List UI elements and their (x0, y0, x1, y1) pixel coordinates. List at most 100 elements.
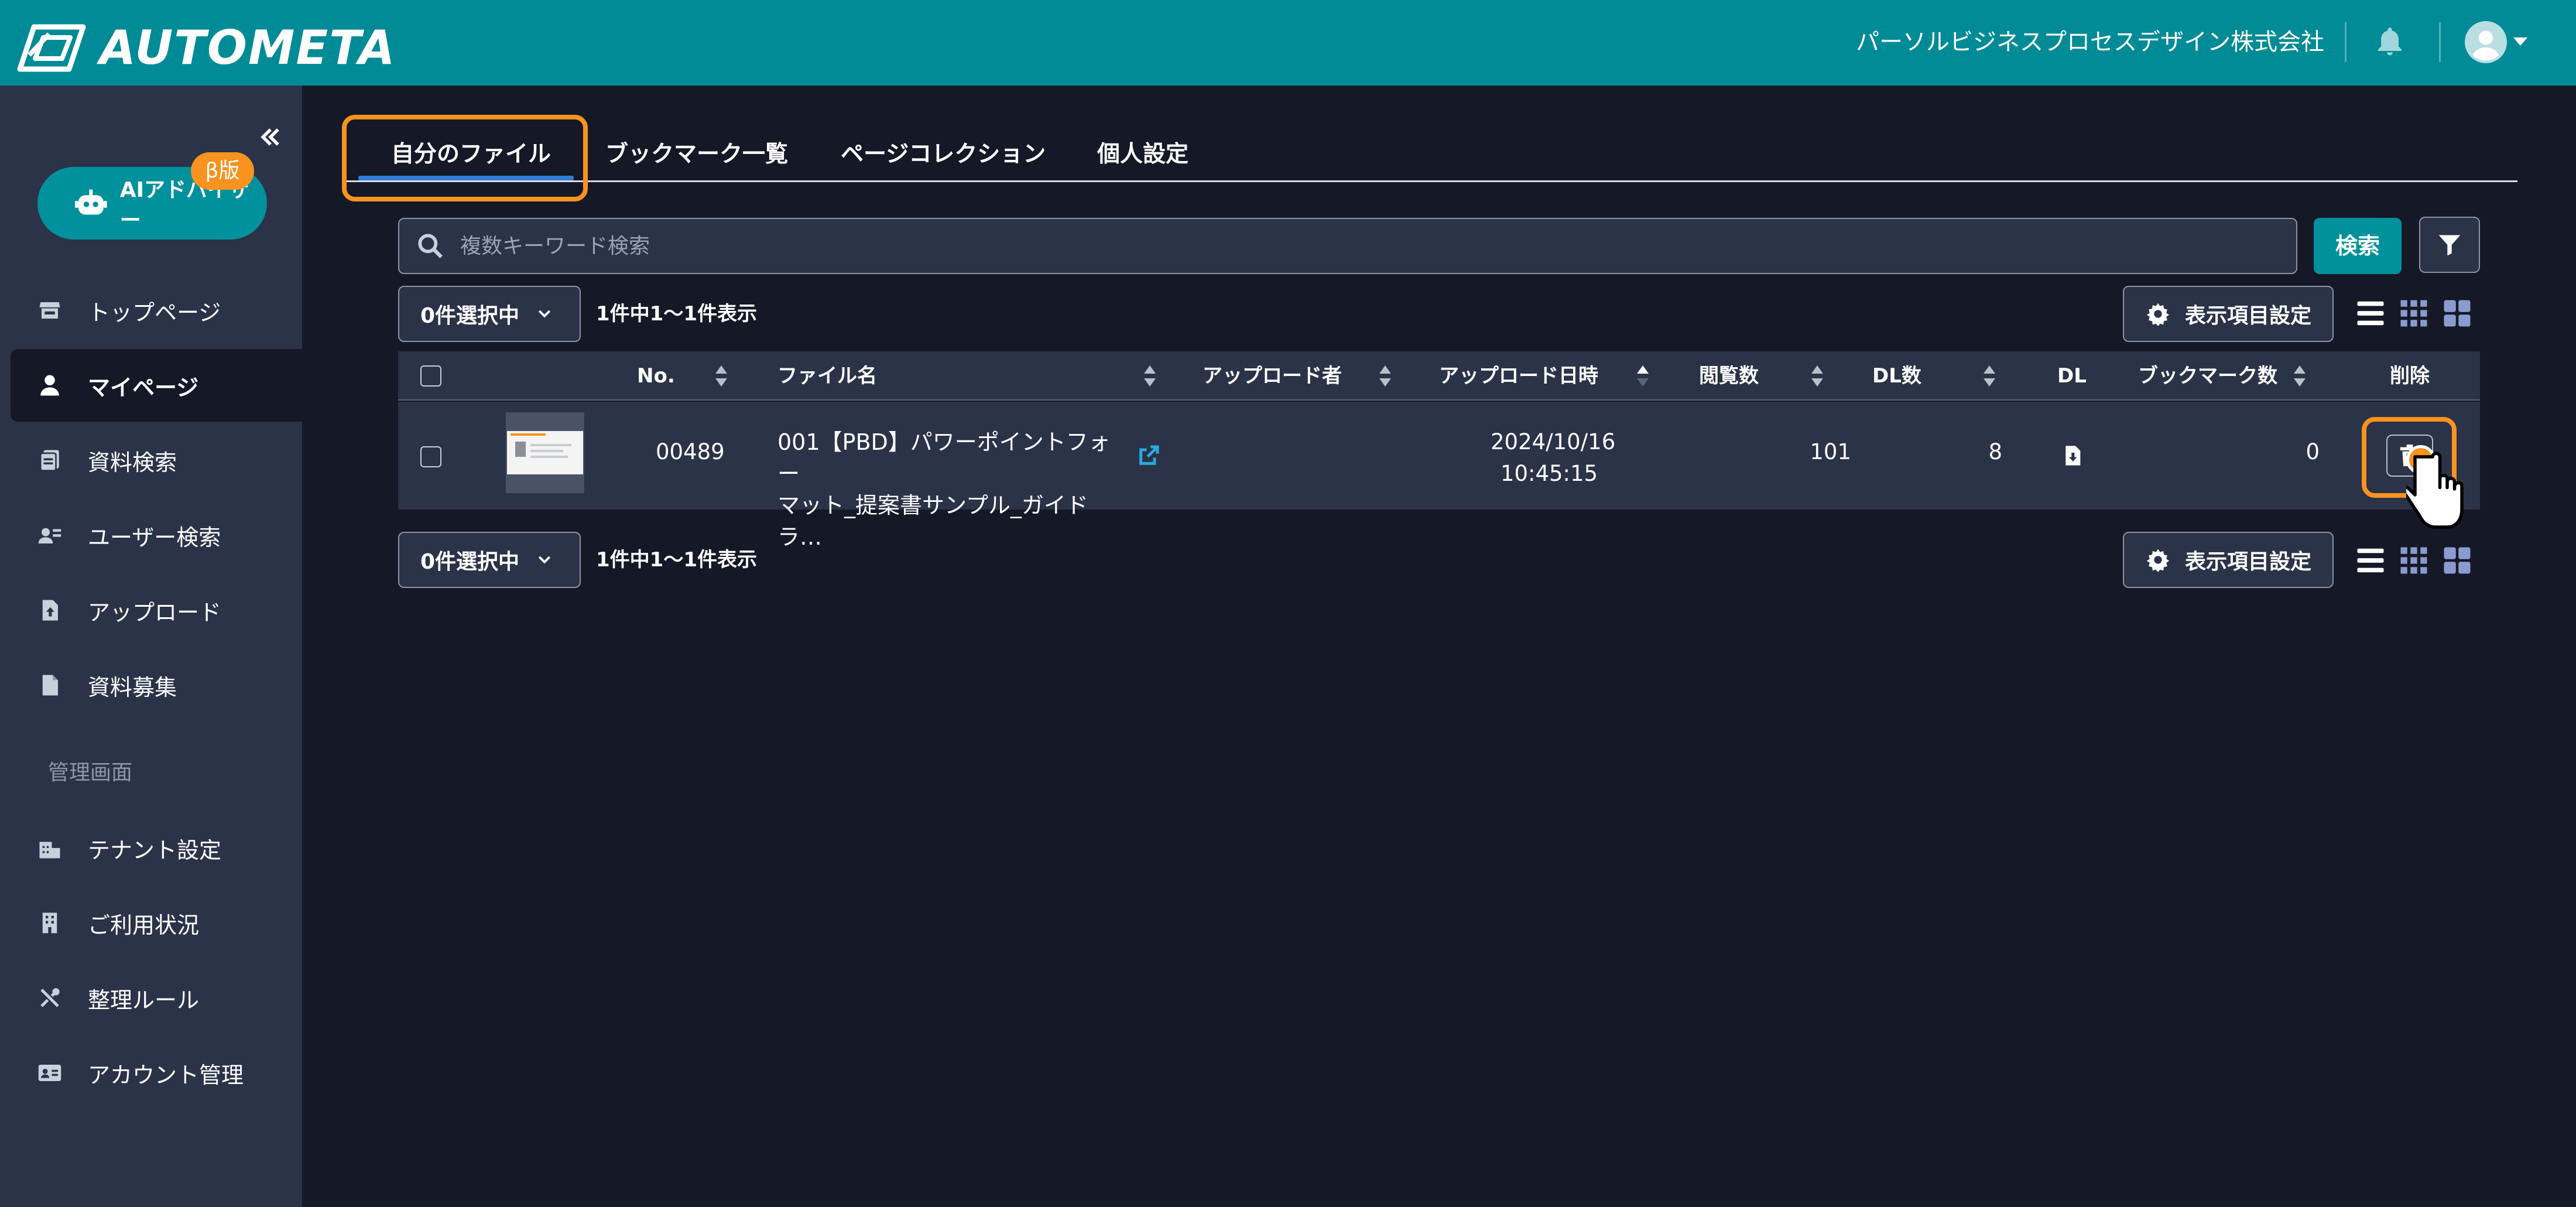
grid-view-icon[interactable] (2398, 545, 2430, 576)
selection-dropdown[interactable]: 0件選択中 (398, 286, 581, 342)
sidebar-item-label: トップページ (88, 299, 221, 326)
column-header-file-name[interactable]: ファイル名 (777, 351, 877, 401)
column-header-delete: 削除 (2390, 364, 2430, 388)
file-name-line: 001【PBD】パワーポイントフォー (777, 429, 1111, 487)
header-divider (2345, 22, 2347, 62)
tab-divider (345, 180, 2517, 182)
column-header-bookmarks[interactable]: ブックマーク数 (2138, 351, 2277, 401)
file-number: 00489 (656, 439, 725, 464)
sidebar-item-tenant-settings[interactable]: テナント設定 (11, 812, 302, 884)
sort-icon[interactable] (714, 364, 728, 388)
sort-icon[interactable] (1143, 364, 1157, 388)
external-link-icon[interactable] (1137, 444, 1160, 467)
upload-time: 10:45:15 (1500, 461, 1598, 486)
beta-badge: β版 (191, 152, 254, 190)
sort-descending-icon[interactable] (1636, 364, 1650, 388)
column-header-download-count[interactable]: DL数 (1872, 351, 1921, 401)
search-icon (418, 234, 443, 258)
chevron-down-icon (538, 556, 551, 564)
tab-bookmarks[interactable]: ブックマーク一覧 (605, 137, 788, 172)
tab-page-collection[interactable]: ページコレクション (841, 137, 1046, 172)
sidebar-item-label: 資料検索 (88, 449, 177, 476)
chevron-down-icon[interactable] (2512, 35, 2529, 48)
app-name: AUTOMETA (100, 20, 396, 75)
file-name-link[interactable]: 001【PBD】パワーポイントフォー マット_提案書サンプル_ガイドラ… (777, 426, 1129, 553)
header-divider (2439, 22, 2441, 62)
building-icon (42, 912, 57, 934)
company-name: パーソルビジネスプロセスデザイン株式会社 (1856, 29, 2324, 56)
user-icon (40, 375, 59, 396)
column-settings-button-bottom[interactable]: 表示項目設定 (2123, 532, 2334, 588)
admin-section-label: 管理画面 (48, 761, 133, 785)
table-row[interactable]: 00489 001【PBD】パワーポイントフォー マット_提案書サンプル_ガイド… (398, 402, 2480, 550)
download-count: 8 (1988, 439, 2002, 464)
sidebar-item-top-page[interactable]: トップページ (11, 274, 302, 347)
selection-dropdown-bottom[interactable]: 0件選択中 (398, 532, 581, 588)
file-thumbnail[interactable] (506, 412, 584, 493)
autometa-logo-icon (17, 24, 86, 72)
user-search-icon (38, 528, 61, 543)
column-settings-label: 表示項目設定 (2185, 304, 2312, 328)
grid-view-icon[interactable] (2398, 298, 2430, 329)
sidebar-item-label: 整理ルール (88, 987, 200, 1013)
file-upload-icon (42, 600, 58, 621)
column-header-views[interactable]: 閲覧数 (1699, 351, 1759, 401)
sidebar-item-label: アカウント管理 (88, 1062, 244, 1088)
result-count: 1件中1～1件表示 (596, 302, 757, 326)
sidebar-item-usage[interactable]: ご利用状況 (11, 887, 302, 959)
sort-icon[interactable] (2293, 364, 2307, 388)
file-download-icon[interactable] (2061, 443, 2084, 469)
user-circle-icon[interactable] (2465, 21, 2507, 63)
search-button[interactable]: 検索 (2314, 218, 2402, 274)
sort-icon[interactable] (1378, 364, 1392, 388)
sidebar-item-organize-rules[interactable]: 整理ルール (11, 962, 302, 1034)
tile-view-icon[interactable] (2441, 545, 2473, 576)
sort-icon[interactable] (1982, 364, 1996, 388)
column-settings-button[interactable]: 表示項目設定 (2123, 286, 2334, 342)
gear-icon (2146, 549, 2170, 572)
collapse-sidebar-icon[interactable] (258, 124, 283, 150)
tab-personal-settings[interactable]: 個人設定 (1097, 137, 1188, 172)
list-view-icon[interactable] (2355, 298, 2386, 329)
search-box (398, 218, 2297, 274)
column-settings-label: 表示項目設定 (2185, 550, 2312, 574)
selection-label: 0件選択中 (420, 550, 520, 574)
search-input[interactable] (460, 234, 2217, 258)
sidebar-item-label: アップロード (88, 599, 222, 625)
column-header-uploader[interactable]: アップロード者 (1203, 351, 1342, 401)
sidebar-item-label: 資料募集 (88, 674, 177, 700)
table-header: No. ファイル名 アップロード者 アップロード日時 閲覧数 DL数 DL ブッ… (398, 351, 2480, 401)
documents-icon (39, 450, 59, 471)
bell-icon[interactable] (2372, 25, 2407, 60)
filter-button[interactable] (2419, 217, 2480, 273)
thumbnail-preview (507, 431, 583, 474)
store-icon (39, 302, 60, 319)
sidebar: AIアドバイザー β版 トップページ マイページ 資料検索 ユーザー検索 アップ… (0, 86, 302, 1207)
row-checkbox[interactable] (420, 446, 441, 467)
sidebar-item-account-management[interactable]: アカウント管理 (11, 1037, 302, 1109)
sidebar-item-user-search[interactable]: ユーザー検索 (11, 499, 302, 572)
sort-icon[interactable] (1810, 364, 1824, 388)
building-settings-icon (39, 842, 60, 859)
sidebar-item-label: ご利用状況 (88, 912, 200, 938)
chevron-down-icon (538, 310, 551, 318)
app-header: AUTOMETA パーソルビジネスプロセスデザイン株式会社 (0, 0, 2576, 86)
sidebar-item-document-search[interactable]: 資料検索 (11, 424, 302, 497)
sidebar-item-upload[interactable]: アップロード (11, 574, 302, 647)
file-icon (42, 675, 58, 696)
list-view-icon[interactable] (2355, 545, 2386, 576)
app-logo[interactable]: AUTOMETA (16, 22, 396, 74)
select-all-checkbox[interactable] (420, 365, 441, 387)
view-count: 101 (1810, 439, 1851, 464)
column-header-no[interactable]: No. (637, 351, 675, 401)
upload-date: 2024/10/16 (1491, 429, 1616, 454)
column-header-upload-date[interactable]: アップロード日時 (1439, 351, 1598, 401)
filter-icon (2438, 235, 2461, 256)
tile-view-icon[interactable] (2441, 298, 2473, 329)
sidebar-item-label: テナント設定 (88, 837, 222, 863)
sidebar-item-my-page[interactable]: マイページ (11, 349, 302, 422)
id-card-icon (38, 1065, 61, 1081)
sidebar-item-document-request[interactable]: 資料募集 (11, 649, 302, 722)
sidebar-item-label: マイページ (88, 374, 199, 401)
bookmark-count: 0 (2306, 439, 2320, 464)
